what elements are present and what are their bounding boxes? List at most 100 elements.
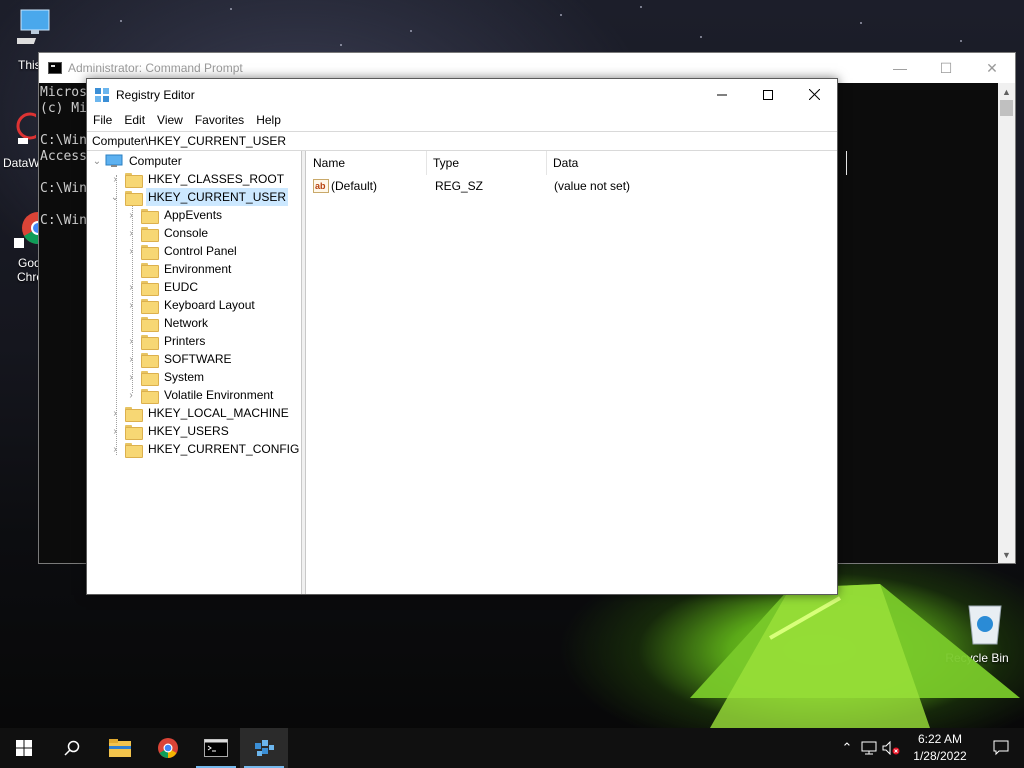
- scroll-down-icon[interactable]: ▼: [998, 546, 1015, 563]
- chevron-right-icon[interactable]: ›: [109, 404, 121, 422]
- key-tree-pane[interactable]: ⌄ Computer › HKEY_CLASSES_ROOT ⌄ HKEY_CU…: [87, 151, 302, 594]
- value-row[interactable]: ab (Default) REG_SZ (value not set): [307, 176, 837, 196]
- chevron-right-icon[interactable]: ›: [125, 386, 137, 404]
- chevron-right-icon[interactable]: ›: [109, 170, 121, 188]
- address-bar[interactable]: Computer\HKEY_CURRENT_USER: [87, 131, 837, 151]
- cmd-minimize-button[interactable]: —: [877, 53, 923, 83]
- cmd-close-button[interactable]: ✕: [969, 53, 1015, 83]
- tree-label: Keyboard Layout: [164, 298, 255, 312]
- tree-item-hkcu-child[interactable]: › SOFTWARE: [125, 350, 234, 368]
- tree-item-computer[interactable]: ⌄ Computer: [91, 152, 184, 170]
- chevron-right-icon[interactable]: ›: [125, 242, 137, 260]
- column-header-name[interactable]: Name: [307, 151, 427, 175]
- chevron-right-icon[interactable]: ›: [125, 368, 137, 386]
- tree-item-hkcu-child[interactable]: › Volatile Environment: [125, 386, 275, 404]
- tree-label: Volatile Environment: [164, 388, 274, 402]
- search-button[interactable]: [48, 728, 96, 768]
- chevron-right-icon[interactable]: ›: [125, 296, 137, 314]
- action-center-button[interactable]: [978, 728, 1024, 768]
- system-tray: ⌃ 6:22 AM 1/28/2022: [836, 728, 1024, 768]
- regedit-close-button[interactable]: [791, 79, 837, 110]
- tree-item-hkey-local-machine[interactable]: › HKEY_LOCAL_MACHINE: [109, 404, 291, 422]
- tree-item-hkcu-child[interactable]: Environment: [125, 260, 233, 278]
- tree-item-hkcu-child[interactable]: › AppEvents: [125, 206, 224, 224]
- search-icon: [64, 740, 80, 756]
- scroll-up-icon[interactable]: ▲: [998, 83, 1015, 100]
- menu-edit[interactable]: Edit: [118, 110, 151, 130]
- this-pc-desktop-icon[interactable]: This: [9, 8, 60, 72]
- tree-item-hkcu-child[interactable]: Network: [125, 314, 210, 332]
- network-icon[interactable]: [858, 728, 880, 768]
- folder-open-icon: [125, 190, 143, 206]
- tree-label: HKEY_LOCAL_MACHINE: [148, 406, 289, 420]
- tree-label: HKEY_CLASSES_ROOT: [148, 172, 285, 186]
- tree-label: HKEY_USERS: [148, 424, 229, 438]
- chevron-right-icon[interactable]: ›: [125, 224, 137, 242]
- computer-icon: [105, 154, 123, 167]
- menu-favorites[interactable]: Favorites: [189, 110, 250, 130]
- taskbar-chrome[interactable]: [144, 728, 192, 768]
- minimize-icon: [717, 94, 727, 95]
- close-icon: [808, 89, 820, 100]
- folder-icon: [141, 388, 159, 404]
- tree-item-hkey-current-config[interactable]: › HKEY_CURRENT_CONFIG: [109, 440, 301, 458]
- tree-item-hkcu-child[interactable]: › Control Panel: [125, 242, 239, 260]
- pane-splitter[interactable]: [302, 151, 306, 594]
- tree-item-hkcu-child[interactable]: › EUDC: [125, 278, 200, 296]
- volume-muted-icon[interactable]: [880, 728, 902, 768]
- scroll-thumb[interactable]: [1000, 100, 1013, 116]
- folder-icon: [141, 334, 159, 350]
- folder-icon: [141, 244, 159, 260]
- registry-editor-icon: [95, 87, 109, 102]
- chevron-right-icon[interactable]: ›: [125, 278, 137, 296]
- regedit-minimize-button[interactable]: [699, 79, 745, 110]
- desktop-icon-label: DataW: [3, 156, 40, 170]
- notification-icon: [993, 740, 1009, 756]
- regedit-titlebar[interactable]: Registry Editor: [87, 79, 837, 110]
- cmd-scrollbar[interactable]: ▲ ▼: [998, 83, 1015, 563]
- value-data: (value not set): [554, 179, 631, 193]
- google-chrome-desktop-icon[interactable]: Goo Chro: [10, 206, 54, 284]
- chevron-right-icon[interactable]: ›: [109, 422, 121, 440]
- tree-item-hkcu-child[interactable]: › Console: [125, 224, 210, 242]
- tree-label: Console: [164, 226, 209, 240]
- tree-label: Printers: [164, 334, 206, 348]
- chevron-down-icon[interactable]: ⌄: [91, 152, 103, 170]
- values-list-pane[interactable]: Name Type Data ab (Default) REG_SZ (valu…: [307, 151, 847, 594]
- tree-item-hkey-classes-root[interactable]: › HKEY_CLASSES_ROOT: [109, 170, 286, 188]
- chevron-right-icon[interactable]: ›: [125, 332, 137, 350]
- taskbar-registry-editor[interactable]: [240, 728, 288, 768]
- tree-item-hkey-users[interactable]: › HKEY_USERS: [109, 422, 231, 440]
- tree-label: Computer: [129, 154, 182, 168]
- start-button[interactable]: [0, 728, 48, 768]
- tree-item-hkcu-child[interactable]: › Keyboard Layout: [125, 296, 257, 314]
- folder-icon: [141, 298, 159, 314]
- folder-icon: [125, 172, 143, 188]
- show-hidden-icons-chevron-up-icon[interactable]: ⌃: [836, 728, 858, 768]
- tree-connector: [125, 314, 137, 332]
- tree-label: EUDC: [164, 280, 199, 294]
- tree-item-hkcu-child[interactable]: › Printers: [125, 332, 207, 350]
- regedit-maximize-button[interactable]: [745, 79, 791, 110]
- menu-help[interactable]: Help: [250, 110, 287, 130]
- menu-view[interactable]: View: [151, 110, 189, 130]
- tree-label: AppEvents: [164, 208, 223, 222]
- tree-item-hkcu-child[interactable]: › System: [125, 368, 206, 386]
- taskbar-clock[interactable]: 6:22 AM 1/28/2022: [902, 731, 978, 765]
- chevron-down-icon[interactable]: ⌄: [109, 188, 121, 206]
- taskbar-command-prompt[interactable]: [192, 728, 240, 768]
- command-prompt-icon: [48, 62, 62, 74]
- regedit-menubar: File Edit View Favorites Help: [87, 110, 837, 130]
- datawrangler-desktop-icon[interactable]: DataW: [2, 110, 44, 170]
- cmd-maximize-button[interactable]: ☐: [923, 53, 969, 83]
- taskbar-file-explorer[interactable]: [96, 728, 144, 768]
- column-header-type[interactable]: Type: [427, 151, 547, 175]
- chevron-right-icon[interactable]: ›: [109, 440, 121, 458]
- tree-item-hkey-current-user[interactable]: ⌄ HKEY_CURRENT_USER: [109, 188, 289, 206]
- column-header-data[interactable]: Data: [547, 151, 847, 175]
- chevron-right-icon[interactable]: ›: [125, 350, 137, 368]
- registry-editor-window[interactable]: Registry Editor File Edit View Favorites…: [86, 78, 847, 595]
- chevron-right-icon[interactable]: ›: [125, 206, 137, 224]
- menu-file[interactable]: File: [87, 110, 118, 130]
- tree-label: Environment: [164, 262, 232, 276]
